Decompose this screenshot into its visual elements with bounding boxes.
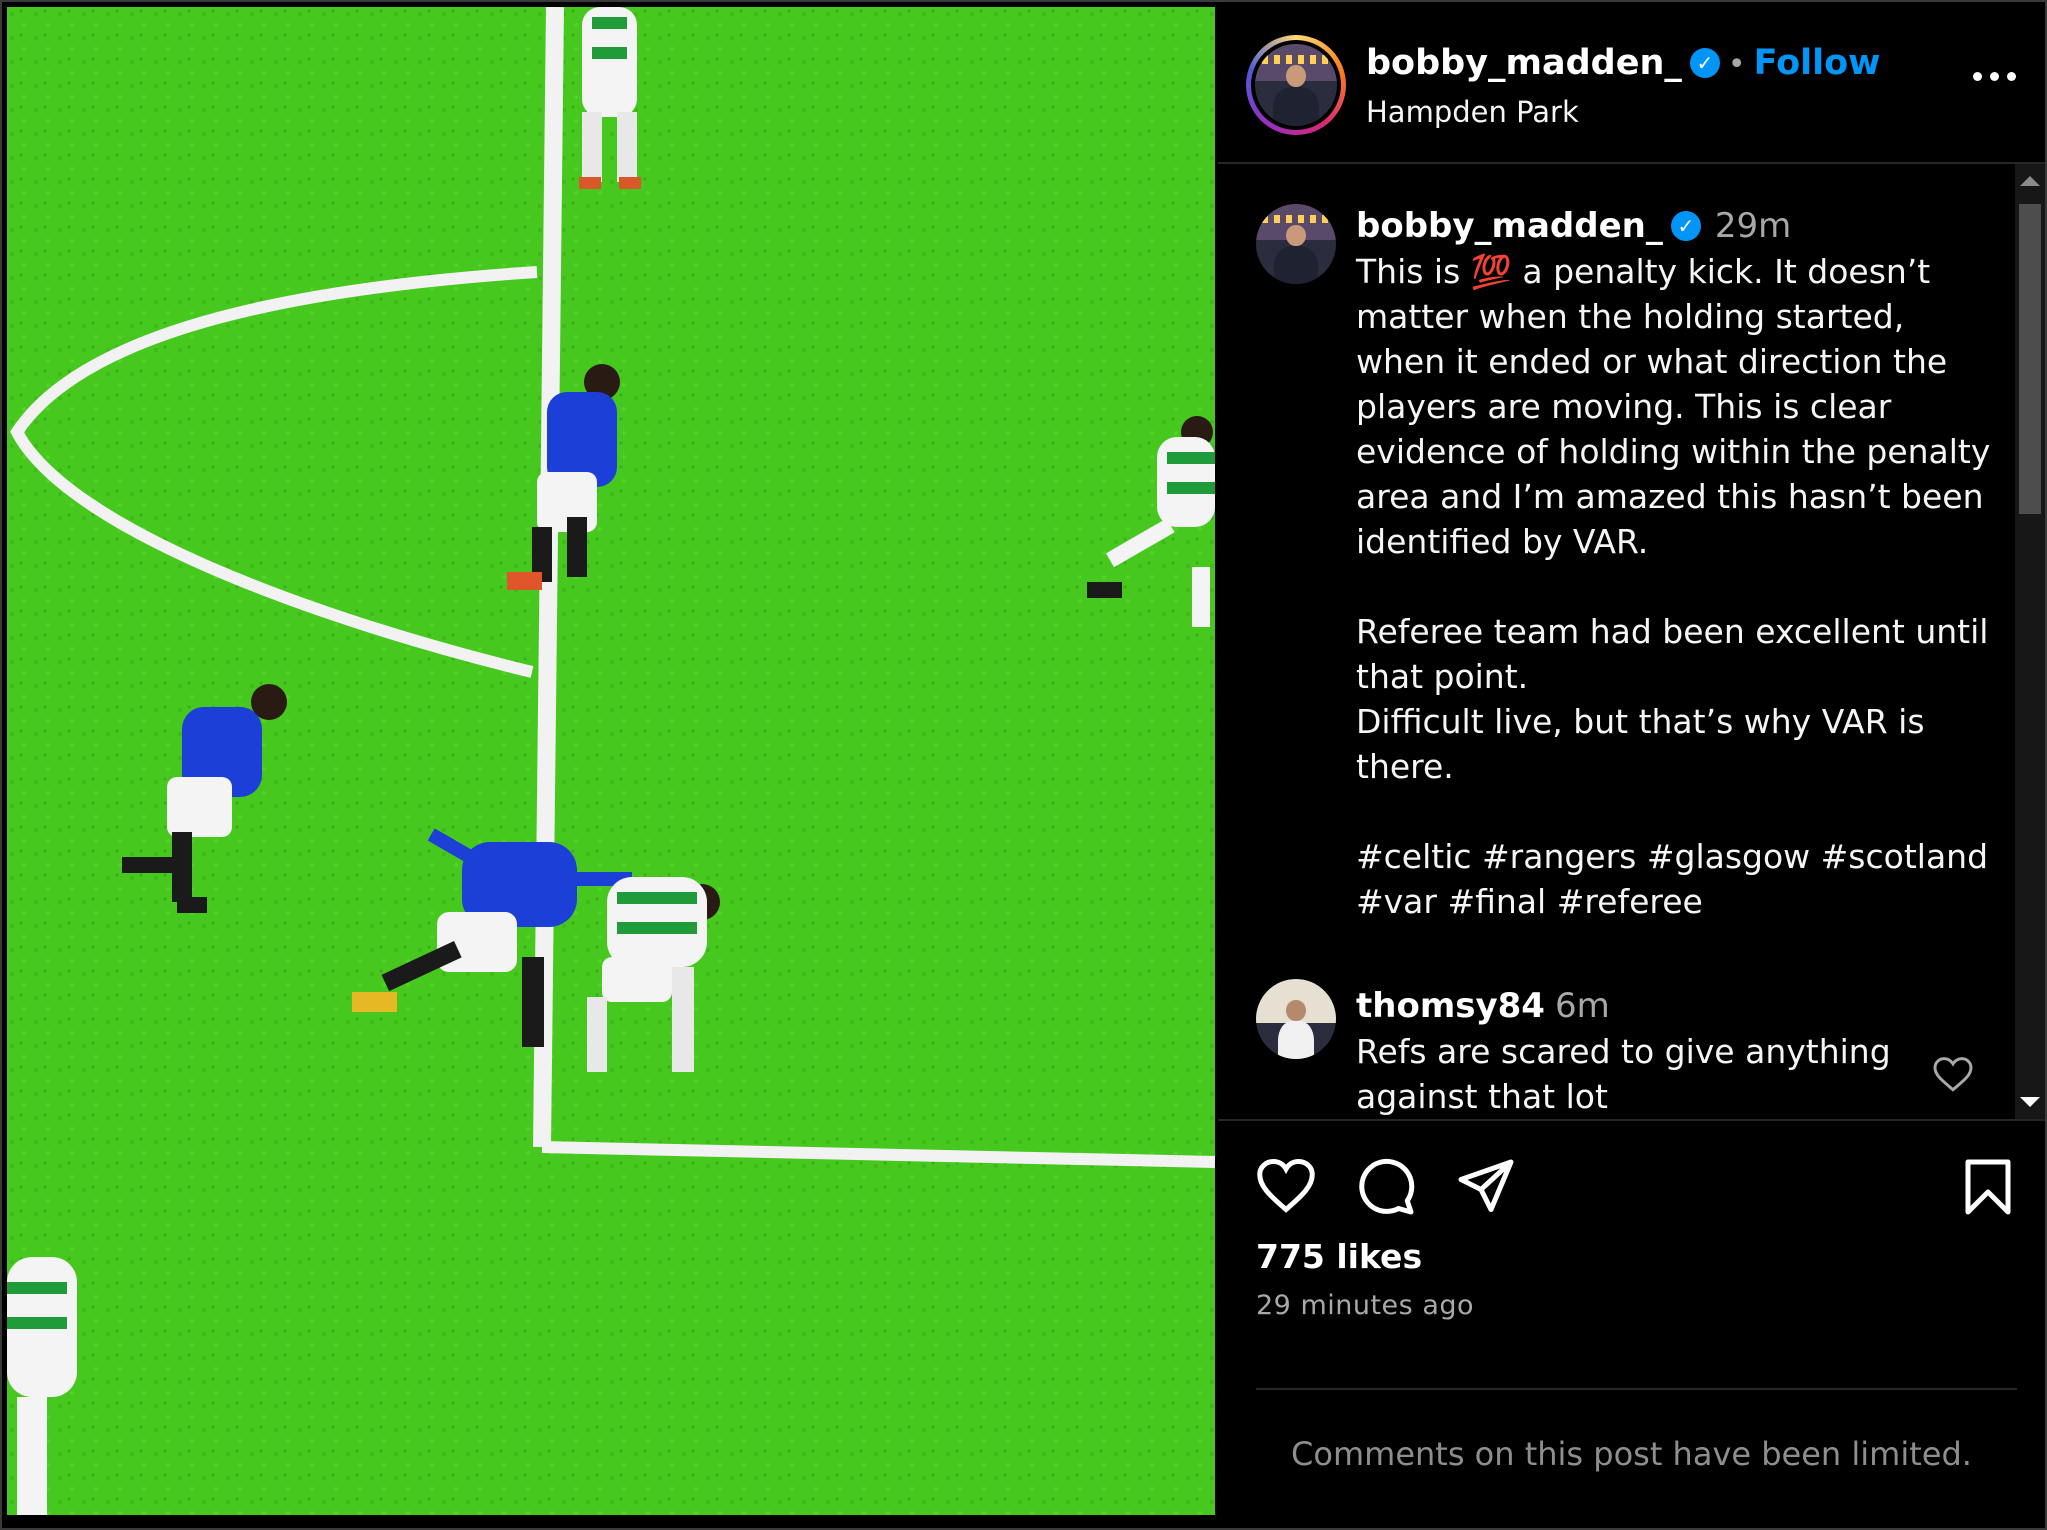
comments-scroll-area[interactable]: bobby_madden_ ✓ 29m This is 💯 a penalty ki… <box>1218 164 2045 1121</box>
header-username-row: bobby_madden_ ✓ • Follow <box>1366 43 1881 83</box>
scroll-up-arrow-icon[interactable] <box>2020 176 2040 186</box>
comment-username[interactable]: thomsy84 <box>1356 986 1545 1026</box>
caption-username[interactable]: bobby_madden_ <box>1356 206 1663 246</box>
caption-hashtags[interactable]: #celtic #rangers #glasgow #scotland #var… <box>1356 834 1996 924</box>
caption-paragraph: Difficult live, but that’s why VAR is th… <box>1356 702 1925 786</box>
scroll-thumb[interactable] <box>2019 204 2041 514</box>
location-link[interactable]: Hampden Park <box>1366 95 1579 129</box>
caption-header: bobby_madden_ ✓ 29m <box>1356 206 1791 246</box>
scroll-down-arrow-icon[interactable] <box>2020 1097 2040 1107</box>
post-header: bobby_madden_ ✓ • Follow Hampden Park <box>1218 7 2045 164</box>
caption-avatar[interactable] <box>1256 204 1336 284</box>
likes-count[interactable]: 775 likes <box>1256 1237 1422 1276</box>
comment-header: thomsy84 6m <box>1356 986 1610 1026</box>
scrollbar[interactable] <box>2015 164 2045 1119</box>
post-image[interactable] <box>7 7 1215 1515</box>
profile-avatar[interactable] <box>1255 44 1337 126</box>
comment-time[interactable]: 6m <box>1555 986 1610 1026</box>
heart-icon[interactable] <box>1256 1157 1316 1217</box>
comment-like-heart-icon[interactable] <box>1933 1057 1973 1093</box>
comment-avatar[interactable] <box>1256 979 1336 1059</box>
verified-badge-icon: ✓ <box>1670 211 1701 241</box>
more-options-icon[interactable] <box>1973 67 2017 87</box>
divider <box>1256 1388 2017 1390</box>
header-username[interactable]: bobby_madden_ <box>1366 43 1682 83</box>
caption-text: This is 💯 a penalty kick. It doesn’t mat… <box>1356 249 1996 924</box>
comments-limited-notice: Comments on this post have been limited. <box>1291 1435 1972 1473</box>
comment-icon[interactable] <box>1356 1157 1416 1217</box>
comment-text: Refs are scared to give anything against… <box>1356 1032 1891 1116</box>
caption-time[interactable]: 29m <box>1715 206 1791 246</box>
share-icon[interactable] <box>1456 1157 1516 1217</box>
action-bar <box>1218 1119 2045 1219</box>
post-modal: bobby_madden_ ✓ • Follow Hampden Park bobby… <box>0 0 2047 1530</box>
caption-paragraph: Referee team had been excellent until th… <box>1356 612 1989 696</box>
post-side-panel: bobby_madden_ ✓ • Follow Hampden Park bobby… <box>1218 7 2045 1517</box>
verified-badge-icon: ✓ <box>1689 48 1720 78</box>
follow-button[interactable]: Follow <box>1754 43 1881 83</box>
post-time-ago[interactable]: 29 minutes ago <box>1256 1290 1474 1321</box>
separator-dot: • <box>1727 47 1746 82</box>
caption-paragraph: This is 💯 a penalty kick. It doesn’t mat… <box>1356 252 1991 561</box>
bookmark-icon[interactable] <box>1958 1157 2018 1217</box>
story-ring[interactable] <box>1246 35 1346 135</box>
pitch-illustration <box>7 7 1215 1515</box>
